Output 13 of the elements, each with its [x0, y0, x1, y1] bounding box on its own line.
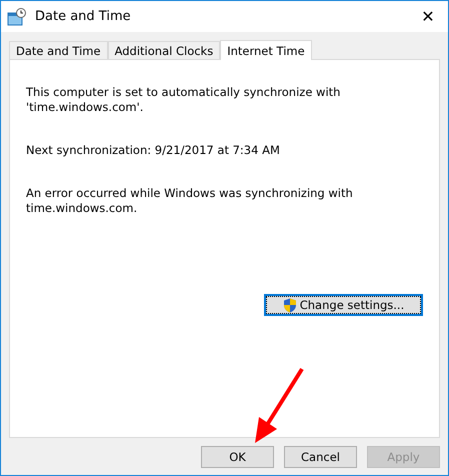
- window-title: Date and Time: [35, 9, 132, 24]
- tab[interactable]: Internet Time: [220, 40, 312, 60]
- tab[interactable]: Additional Clocks: [108, 41, 220, 59]
- dialog-button[interactable]: OK: [201, 446, 274, 468]
- change-settings-button[interactable]: Change settings...: [264, 294, 423, 316]
- close-button[interactable]: ✕: [408, 1, 448, 32]
- calendar-clock-icon: [7, 8, 27, 26]
- info-text: Next synchronization: 9/21/2017 at 7:34 AM: [26, 143, 281, 158]
- info-text: This computer is set to automatically synchronize with 'time.windows.com'.: [26, 85, 342, 115]
- info-text: An error occurred while Windows was synchronizing with time.windows.com.: [26, 186, 354, 216]
- tab[interactable]: Date and Time: [9, 41, 108, 59]
- dialog-button[interactable]: Cancel: [284, 446, 357, 468]
- shield-icon: [282, 298, 297, 312]
